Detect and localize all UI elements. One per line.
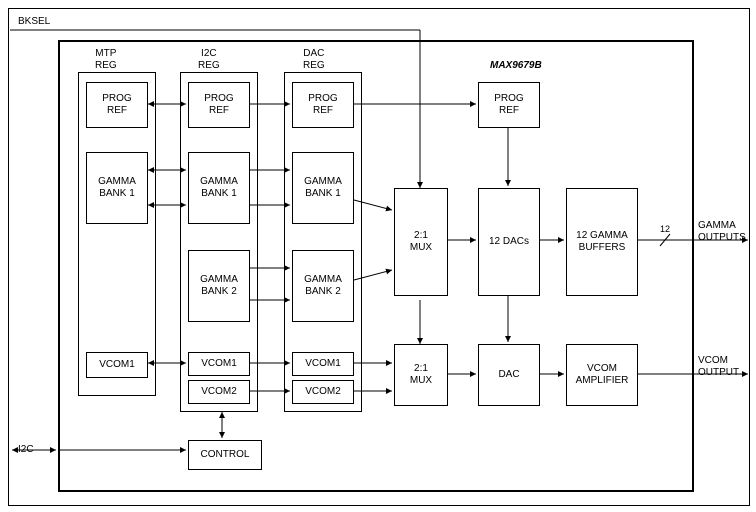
control-block: CONTROL — [188, 440, 262, 470]
dac-vcom2: VCOM2 — [292, 380, 354, 404]
gamma-bus-width: 12 — [660, 224, 670, 235]
vcom-amplifier: VCOMAMPLIFIER — [566, 344, 638, 406]
prog-ref-right: PROGREF — [478, 82, 540, 128]
dac-single: DAC — [478, 344, 540, 406]
col-i2c-title: I2C REG — [198, 48, 220, 72]
dac-gamma1: GAMMABANK 1 — [292, 152, 354, 224]
col-dac-title: DAC REG — [303, 48, 325, 72]
diagram-canvas: BKSEL I2C MAX9679B MTP REG I2C REG DAC R… — [0, 0, 756, 512]
i2c-vcom1: VCOM1 — [188, 352, 250, 376]
dacs-12: 12 DACs — [478, 188, 540, 296]
dac-gamma2: GAMMABANK 2 — [292, 250, 354, 322]
i2c-prog-ref: PROGREF — [188, 82, 250, 128]
i2c-gamma2: GAMMABANK 2 — [188, 250, 250, 322]
pin-bksel-label: BKSEL — [18, 16, 50, 28]
i2c-vcom2: VCOM2 — [188, 380, 250, 404]
col-mtp-title: MTP REG — [95, 48, 117, 72]
pin-i2c-label: I2C — [18, 444, 34, 456]
mux-gamma: 2:1MUX — [394, 188, 448, 296]
part-number: MAX9679B — [490, 60, 542, 71]
gamma-outputs-label: GAMMAOUTPUTS — [698, 220, 750, 244]
mtp-gamma1: GAMMABANK 1 — [86, 152, 148, 224]
mtp-prog-ref: PROGREF — [86, 82, 148, 128]
mtp-vcom1: VCOM1 — [86, 352, 148, 378]
vcom-output-label: VCOMOUTPUT — [698, 355, 750, 379]
i2c-gamma1: GAMMABANK 1 — [188, 152, 250, 224]
mux-vcom: 2:1MUX — [394, 344, 448, 406]
dac-vcom1: VCOM1 — [292, 352, 354, 376]
gamma-buffers: 12 GAMMABUFFERS — [566, 188, 638, 296]
dac-prog-ref: PROGREF — [292, 82, 354, 128]
